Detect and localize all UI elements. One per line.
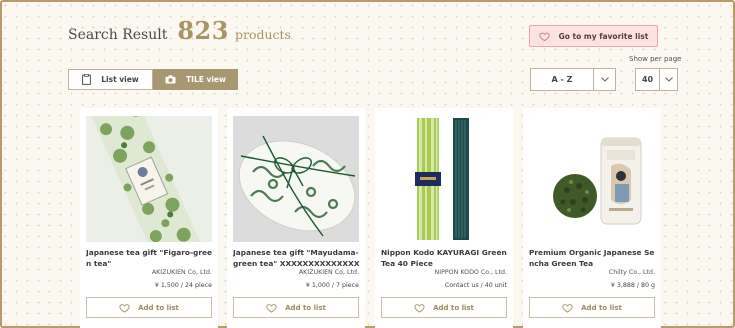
- add-to-list-button[interactable]: Add to list: [529, 297, 655, 318]
- add-to-list-button[interactable]: Add to list: [233, 297, 359, 318]
- product-maker: AKIZUKIEN Co, Ltd.: [298, 269, 359, 276]
- product-maker: AKIZUKIEN Co, Ltd.: [151, 269, 212, 276]
- product-image[interactable]: [529, 116, 655, 242]
- add-to-list-label: Add to list: [581, 303, 622, 312]
- list-view-button[interactable]: List view: [68, 69, 153, 90]
- heart-icon: [414, 303, 425, 313]
- view-toggle: List view TILE view: [68, 69, 238, 90]
- heart-icon: [266, 303, 277, 313]
- add-to-list-button[interactable]: Add to list: [381, 297, 507, 318]
- product-price: ¥ 1,000 / 7 piece: [305, 282, 359, 289]
- product-image[interactable]: [381, 116, 507, 242]
- product-price: ¥ 3,888 / 80 g: [610, 282, 655, 289]
- add-to-list-label: Add to list: [285, 303, 326, 312]
- product-name[interactable]: Nippon Kodo KAYURAGI Green Tea 40 Piece: [381, 248, 509, 270]
- search-result-label: Search Result: [68, 27, 168, 43]
- list-view-label: List view: [101, 75, 139, 84]
- product-name[interactable]: Japanese tea gift "Figaro-green tea": [86, 248, 214, 270]
- result-unit: products: [234, 27, 291, 42]
- sort-select[interactable]: A - Z: [530, 68, 616, 91]
- product-grid: Japanese tea gift "Figaro-green tea" AKI…: [80, 108, 670, 328]
- per-page-select[interactable]: 40: [635, 68, 678, 91]
- product-image[interactable]: [86, 116, 212, 242]
- per-page-value: 40: [641, 75, 654, 84]
- add-to-list-label: Add to list: [138, 303, 179, 312]
- camera-icon: [165, 75, 176, 84]
- heart-icon: [119, 303, 130, 313]
- product-card[interactable]: Japanese tea gift "Mayudama-green tea" X…: [227, 108, 365, 328]
- show-per-page-label: Show per page: [629, 55, 682, 63]
- go-to-favorite-list-button[interactable]: Go to my favorite list: [529, 25, 658, 47]
- product-name[interactable]: Premium Organic Japanese Sencha Green Te…: [529, 248, 657, 270]
- favorite-button-label: Go to my favorite list: [558, 31, 649, 41]
- product-name[interactable]: Japanese tea gift "Mayudama-green tea" X…: [233, 248, 361, 270]
- chevron-down-icon: [593, 69, 615, 90]
- product-card[interactable]: Nippon Kodo KAYURAGI Green Tea 40 Piece …: [375, 108, 513, 328]
- add-to-list-button[interactable]: Add to list: [86, 297, 212, 318]
- add-to-list-label: Add to list: [433, 303, 474, 312]
- tile-view-label: TILE view: [186, 75, 226, 84]
- product-image[interactable]: [233, 116, 359, 242]
- sort-value: A - Z: [551, 75, 573, 84]
- product-maker: NIPPON KODO Co., Ltd.: [434, 269, 508, 276]
- chevron-down-icon: [659, 69, 677, 90]
- product-card[interactable]: Premium Organic Japanese Sencha Green Te…: [523, 108, 661, 328]
- product-price: ¥ 1,500 / 24 piece: [154, 282, 212, 289]
- tile-view-button[interactable]: TILE view: [153, 69, 238, 90]
- result-count: 823: [177, 16, 229, 45]
- product-card[interactable]: Japanese tea gift "Figaro-green tea" AKI…: [80, 108, 218, 328]
- clipboard-icon: [82, 74, 92, 85]
- heart-icon: [562, 303, 573, 313]
- product-price: Contact us / 40 unit: [444, 282, 507, 289]
- search-result-heading: Search Result 823 products: [68, 16, 291, 45]
- heart-icon: [539, 32, 550, 41]
- product-maker: Chilty Co., Ltd.: [608, 269, 655, 276]
